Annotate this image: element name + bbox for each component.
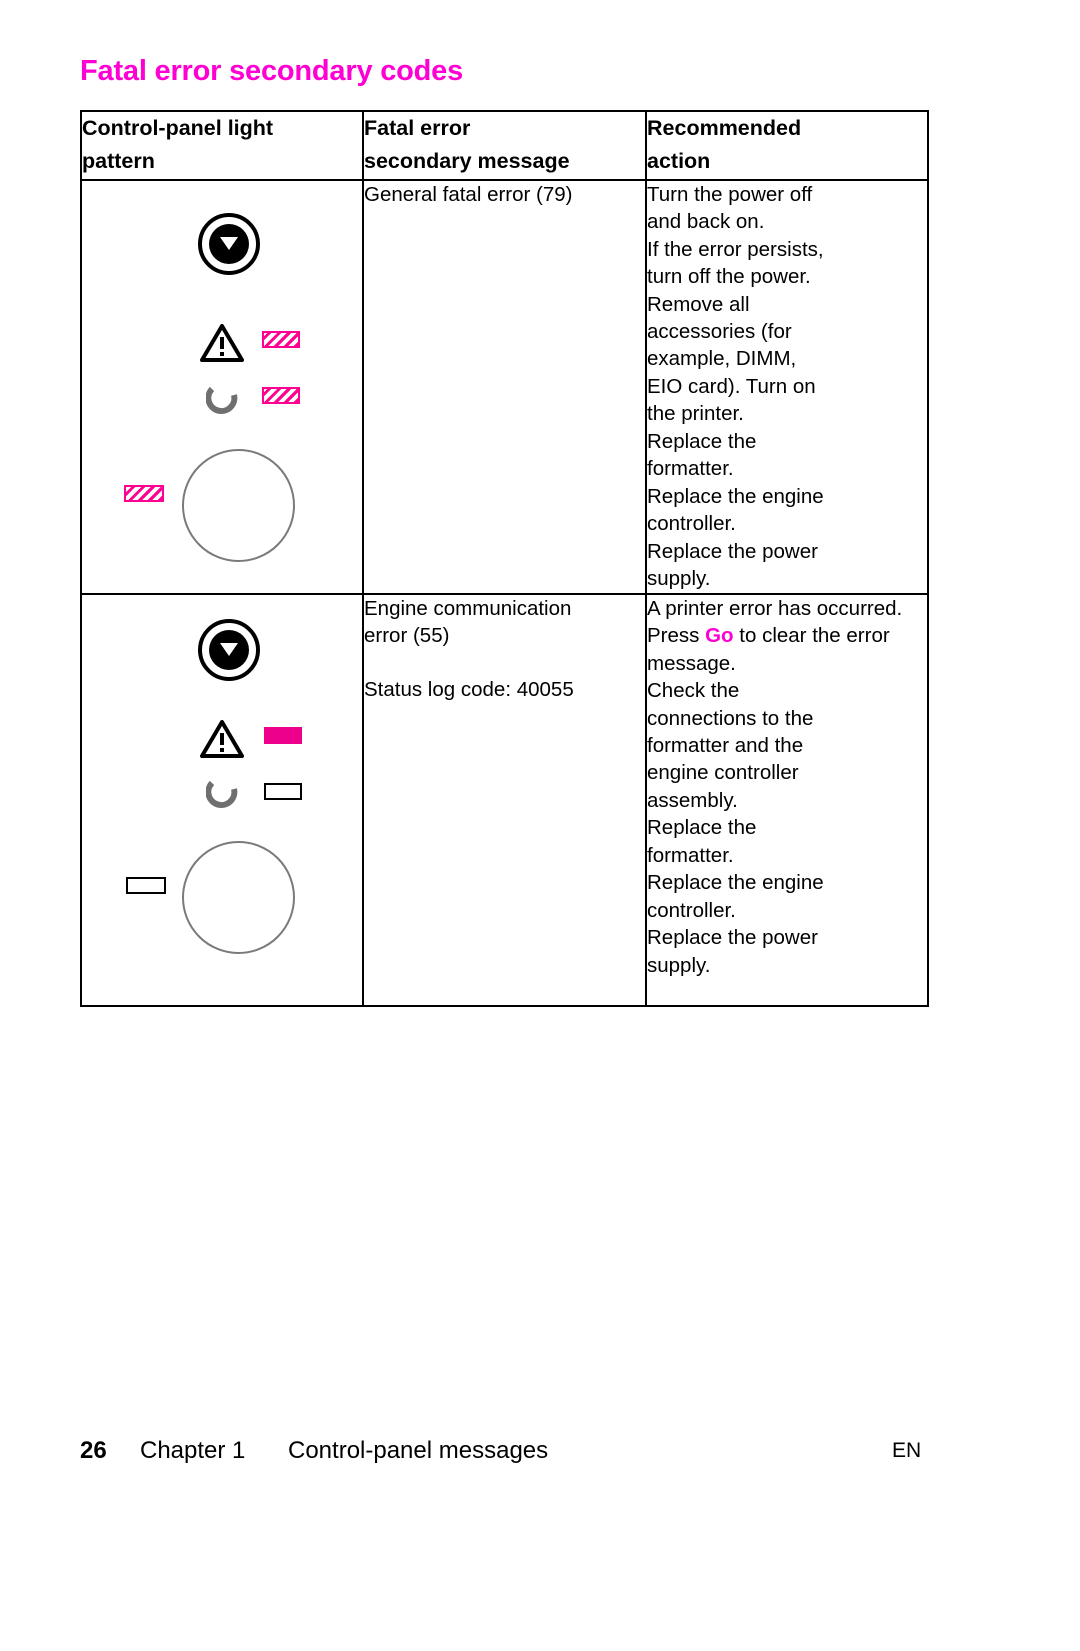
table-row: Engine communication error (55) Status l… xyxy=(80,592,929,1007)
recommended-action-cell-1: Turn the power off and back on. If the e… xyxy=(645,178,929,595)
control-panel-light-pattern-cell-1 xyxy=(80,178,364,595)
column-header-secondary-message-line1: Fatal error xyxy=(364,116,471,140)
action-line: connections to the xyxy=(647,706,814,730)
recommended-action-cell-2: A printer error has occurred. Press Go t… xyxy=(645,592,929,1007)
table-row: General fatal error (79) Turn the power … xyxy=(80,178,929,595)
footer-chapter: Chapter 1 xyxy=(140,1437,246,1464)
control-panel-diagram-1 xyxy=(82,181,364,581)
action-line: Check the xyxy=(647,679,740,703)
column-header-light-pattern-line2: pattern xyxy=(82,149,155,174)
secondary-message-line: Engine communication xyxy=(364,596,572,620)
fatal-error-codes-table: Control-panel light pattern Fatal error … xyxy=(80,110,929,1007)
document-page: Fatal error secondary codes Control-pane… xyxy=(80,0,1000,1651)
column-header-secondary-message: Fatal error secondary message xyxy=(362,110,647,181)
column-header-light-pattern: Control-panel light pattern xyxy=(80,110,364,181)
footer-section-title: Control-panel messages xyxy=(288,1437,549,1464)
data-led-indicator-1 xyxy=(124,484,164,502)
ready-light-icon xyxy=(206,386,238,414)
go-button-triangle xyxy=(220,642,238,656)
attention-led-indicator-1 xyxy=(262,330,300,348)
control-panel-diagram-2 xyxy=(82,595,364,1005)
action-line: Replace the xyxy=(647,816,757,840)
secondary-message-cell-1: General fatal error (79) xyxy=(362,178,647,595)
action-line: supply. xyxy=(647,953,711,977)
column-header-recommended-action-line2: action xyxy=(647,149,711,174)
status-log-code: Status log code: 40055 xyxy=(364,677,574,701)
attention-warning-icon xyxy=(200,719,244,758)
action-line: assembly. xyxy=(647,788,738,812)
ready-led-indicator-2 xyxy=(264,782,302,800)
data-light-ring-icon xyxy=(182,448,295,562)
go-button-inner-disc xyxy=(209,629,249,670)
column-header-recommended-action: Recommended action xyxy=(645,110,929,181)
action-line: formatter and the xyxy=(647,734,804,757)
column-header-secondary-message-line2: secondary message xyxy=(364,149,570,174)
action-line: EIO card). Turn on xyxy=(647,374,816,398)
go-key-label: Go xyxy=(705,624,734,648)
action-line: Replace the engine xyxy=(647,871,824,895)
action-line: Replace the xyxy=(647,429,757,453)
footer-language-code: EN xyxy=(892,1439,922,1462)
column-header-light-pattern-line1: Control-panel light xyxy=(82,116,274,140)
action-line: the printer. xyxy=(647,402,744,426)
table-header-row: Control-panel light pattern Fatal error … xyxy=(80,110,929,181)
action-line: controller. xyxy=(647,512,736,536)
action-line: formatter. xyxy=(647,457,734,481)
action-line: formatter. xyxy=(647,843,734,867)
action-line: If the error persists, xyxy=(647,237,824,261)
action-line: Replace the power xyxy=(647,539,818,563)
ready-light-icon xyxy=(206,780,238,808)
action-line: and back on. xyxy=(647,210,765,234)
attention-led-indicator-2 xyxy=(264,726,302,744)
control-panel-light-pattern-cell-2 xyxy=(80,592,364,1007)
data-light-ring-icon xyxy=(182,840,295,954)
secondary-message-line: error (55) xyxy=(364,624,450,648)
go-button-icon xyxy=(198,618,260,681)
action-line: example, DIMM, xyxy=(647,347,797,371)
data-led-indicator-2 xyxy=(126,876,166,894)
secondary-message-line: General fatal error (79) xyxy=(364,182,573,206)
action-line: Replace the power xyxy=(647,926,818,950)
action-line: controller. xyxy=(647,898,736,922)
action-line: Turn the power off xyxy=(647,182,813,206)
column-header-recommended-action-line1: Recommended xyxy=(647,116,802,140)
go-button-icon xyxy=(198,212,260,275)
action-line: turn off the power. xyxy=(647,265,811,289)
action-line: supply. xyxy=(647,567,711,591)
secondary-message-cell-2: Engine communication error (55) Status l… xyxy=(362,592,647,1007)
ready-led-indicator-1 xyxy=(262,386,300,404)
go-button-triangle xyxy=(220,236,238,250)
page-title: Fatal error secondary codes xyxy=(80,55,464,87)
action-line: accessories (for xyxy=(647,319,792,343)
action-line: Replace the engine xyxy=(647,484,824,508)
action-line: engine controller xyxy=(647,761,799,785)
action-line: Remove all xyxy=(647,292,750,316)
footer-page-number: 26 xyxy=(80,1437,107,1464)
action-press-go-paragraph: A printer error has occurred. Press Go t… xyxy=(647,595,927,677)
attention-warning-icon xyxy=(200,323,244,362)
go-button-inner-disc xyxy=(209,223,249,264)
